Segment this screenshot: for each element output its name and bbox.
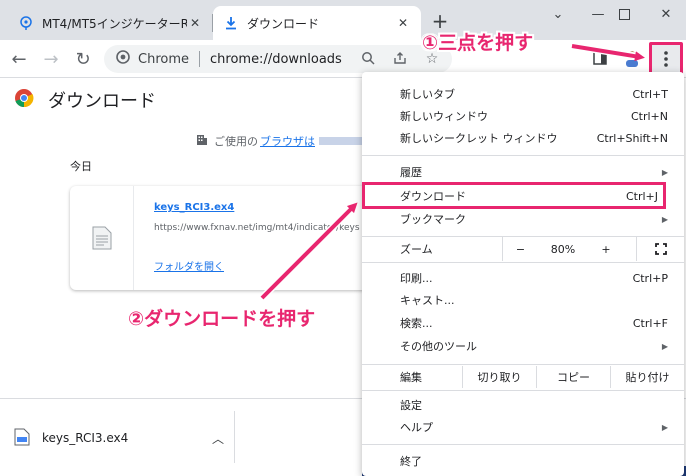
copy-button[interactable]: コピー <box>536 366 610 388</box>
menu-shortcut: Ctrl+F <box>632 316 668 330</box>
zoom-icon[interactable] <box>360 51 376 67</box>
menu-label: キャスト... <box>400 294 455 307</box>
download-icon <box>223 15 239 31</box>
menu-label: 編集 <box>400 371 422 384</box>
menu-label: 検索... <box>400 317 433 330</box>
tab-strip: MT4/MT5インジケーターRCI ✕ ダウンロード ✕ + ⌄ — ✕ <box>0 0 686 40</box>
menu-new-incognito[interactable]: 新しいシークレット ウィンドウ Ctrl+Shift+N <box>362 127 684 149</box>
menu-label: 新しいウィンドウ <box>400 110 488 123</box>
tab-title: MT4/MT5インジケーターRCI <box>42 16 187 31</box>
zoom-out-button[interactable]: − <box>502 237 538 261</box>
menu-separator <box>362 155 684 156</box>
menu-label: その他のツール <box>400 340 477 353</box>
menu-shortcut: Ctrl+P <box>632 271 668 285</box>
kebab-menu-button[interactable] <box>649 42 683 76</box>
menu-history[interactable]: 履歴 ▶ <box>362 161 684 183</box>
back-icon[interactable]: ← <box>8 48 30 70</box>
menu-shortcut: Ctrl+Shift+N <box>596 131 668 145</box>
menu-separator <box>362 262 684 263</box>
tab-downloads[interactable]: ダウンロード ✕ <box>213 6 421 40</box>
menu-print[interactable]: 印刷... Ctrl+P <box>362 267 684 289</box>
shelf-download-item[interactable]: keys_RCI3.ex4 ︿ <box>14 421 234 455</box>
file-icon <box>70 186 134 290</box>
shelf-file-name: keys_RCI3.ex4 <box>42 431 129 445</box>
menu-cast[interactable]: キャスト... <box>362 289 684 311</box>
submenu-arrow-icon: ▶ <box>661 341 668 351</box>
cut-button[interactable]: 切り取り <box>462 366 536 388</box>
profile-icon[interactable] <box>622 48 642 68</box>
managed-prefix: ご使用の <box>214 135 258 148</box>
page-title: ダウンロード <box>48 91 156 112</box>
close-icon[interactable]: ✕ <box>187 15 203 31</box>
paste-button[interactable]: 貼り付け <box>610 366 684 388</box>
reload-icon[interactable]: ↻ <box>72 48 94 70</box>
downloads-highlight-box <box>362 182 666 209</box>
open-folder-link[interactable]: フォルダを開く <box>154 258 224 273</box>
chevron-down-icon[interactable]: ⌄ <box>538 0 578 28</box>
tab-title: ダウンロード <box>247 16 320 31</box>
submenu-arrow-icon: ▶ <box>661 214 668 224</box>
window-close-icon[interactable]: ✕ <box>646 0 686 28</box>
submenu-arrow-icon: ▶ <box>661 167 668 177</box>
menu-zoom: ズーム − 80% + <box>362 237 684 261</box>
shelf-divider <box>234 411 235 463</box>
chevron-up-icon[interactable]: ︿ <box>212 430 224 447</box>
kebab-menu-icon <box>664 51 668 67</box>
menu-help[interactable]: ヘルプ ▶ <box>362 416 684 438</box>
menu-new-tab[interactable]: 新しいタブ Ctrl+T <box>362 83 684 105</box>
submenu-arrow-icon: ▶ <box>661 422 668 432</box>
menu-separator <box>362 390 684 391</box>
share-icon[interactable] <box>392 51 408 67</box>
menu-shortcut: Ctrl+N <box>630 109 668 123</box>
chrome-menu: 新しいタブ Ctrl+T 新しいウィンドウ Ctrl+N 新しいシークレット ウ… <box>362 72 684 476</box>
forward-icon[interactable]: → <box>40 48 62 70</box>
url-text: chrome://downloads <box>210 51 342 67</box>
download-card: keys_RCI3.ex4 https://www.fxnav.net/img/… <box>70 186 370 290</box>
menu-label: 新しいシークレット ウィンドウ <box>400 132 558 145</box>
menu-settings[interactable]: 設定 <box>362 394 684 416</box>
menu-edit: 編集 切り取り コピー 貼り付け <box>362 366 684 388</box>
date-heading: 今日 <box>70 160 92 173</box>
site-chip: Chrome <box>138 51 189 67</box>
menu-label: ズーム <box>400 243 433 256</box>
building-icon <box>196 134 208 149</box>
menu-label: 履歴 <box>400 166 422 179</box>
close-icon[interactable]: ✕ <box>395 15 411 31</box>
menu-label: 終了 <box>400 455 422 468</box>
menu-new-window[interactable]: 新しいウィンドウ Ctrl+N <box>362 105 684 127</box>
chrome-logo-icon <box>116 50 130 68</box>
menu-more-tools[interactable]: その他のツール ▶ <box>362 335 684 357</box>
download-url: https://www.fxnav.net/img/mt4/indicator/… <box>154 223 360 233</box>
maximize-icon[interactable] <box>604 0 644 28</box>
sidepanel-icon[interactable] <box>590 48 610 68</box>
menu-label: 設定 <box>400 399 422 412</box>
menu-label: ヘルプ <box>400 421 433 434</box>
menu-find[interactable]: 検索... Ctrl+F <box>362 312 684 334</box>
file-icon <box>14 428 30 449</box>
download-file-name[interactable]: keys_RCI3.ex4 <box>154 202 234 213</box>
menu-shortcut: Ctrl+T <box>632 87 668 101</box>
managed-link[interactable]: ブラウザは <box>260 133 315 149</box>
annotation-step2: ②ダウンロードを押す <box>128 308 316 330</box>
globe-icon <box>18 15 34 31</box>
menu-separator <box>362 444 684 445</box>
fullscreen-icon[interactable] <box>636 237 684 261</box>
menu-label: 新しいタブ <box>400 88 455 101</box>
menu-bookmarks[interactable]: ブックマーク ▶ <box>362 208 684 230</box>
annotation-step1: ①三点を押す <box>422 32 534 54</box>
menu-label: 印刷... <box>400 272 433 285</box>
menu-exit[interactable]: 終了 <box>362 450 684 472</box>
divider <box>199 51 200 67</box>
zoom-level: 80% <box>550 242 576 256</box>
chrome-logo-icon <box>14 88 34 112</box>
menu-separator <box>362 364 684 365</box>
tab-mt4-rci[interactable]: MT4/MT5インジケーターRCI ✕ <box>8 6 213 40</box>
menu-label: ブックマーク <box>400 213 466 226</box>
zoom-in-button[interactable]: + <box>588 237 624 261</box>
